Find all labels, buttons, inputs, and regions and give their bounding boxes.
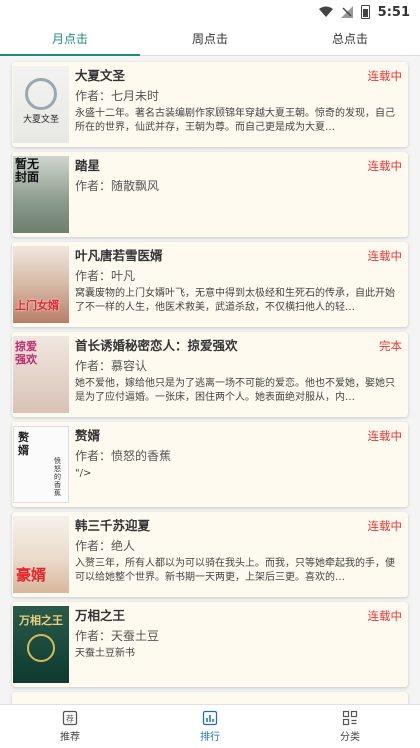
nav-ranking[interactable]: 排行 — [140, 705, 280, 748]
book-card[interactable]: 大夏文圣 大夏文圣 连载中 作者：七月未时 永盛十二年。著名古装编剧作家顾锦年穿… — [12, 62, 408, 147]
tab-indicator — [0, 54, 140, 56]
book-title: 韩三千苏迎夏 — [75, 518, 151, 533]
book-card[interactable]: 万相之王 万相之王 连载中 作者：天蚕土豆 天蚕土豆新书 — [12, 602, 408, 687]
book-desc: "/> — [75, 468, 92, 479]
book-card[interactable]: 暂无封面 踏星 连载中 作者：随散飘风 — [12, 152, 408, 237]
book-desc: 她不爱他，嫁给他只是为了逃离一场不可能的爱恋。他也不爱她，娶她只是为了应付逼婚。… — [75, 378, 395, 403]
book-author: 作者：绝人 — [75, 539, 136, 553]
book-title: 赘婿 — [75, 428, 101, 443]
book-title: 大夏文圣 — [75, 68, 126, 83]
book-author: 作者：慕容认 — [75, 359, 148, 373]
book-cover: 上门女婿 — [13, 246, 69, 323]
book-author: 作者：天蚕土豆 — [75, 629, 160, 643]
battery-icon — [360, 5, 370, 19]
svg-text:荐: 荐 — [66, 714, 74, 724]
book-desc: 天蚕土豆新书 — [75, 648, 135, 659]
tab-weekly[interactable]: 周点击 — [140, 24, 280, 55]
rank-tabs: 月点击 周点击 总点击 — [0, 24, 420, 56]
book-author: 作者：七月未时 — [75, 89, 160, 103]
book-cover: 赘婿 愤怒的香蕉 — [13, 426, 69, 503]
nav-category[interactable]: 分类 — [280, 705, 420, 748]
wifi-icon — [318, 6, 333, 17]
book-card[interactable]: 赘婿 愤怒的香蕉 赘婿 连载中 作者：愤怒的香蕉 "/> — [12, 422, 408, 507]
book-list[interactable]: 大夏文圣 大夏文圣 连载中 作者：七月未时 永盛十二年。著名古装编剧作家顾锦年穿… — [0, 58, 420, 704]
tab-monthly[interactable]: 月点击 — [0, 24, 140, 55]
nav-recommend[interactable]: 荐 推荐 — [0, 705, 140, 748]
book-card[interactable]: 上门女婿 叶凡唐若雪医婿 连载中 作者：叶凡 窝囊废物的上门女婿叶飞，无意中得到… — [12, 242, 408, 327]
book-cover: 大夏文圣 — [13, 66, 69, 143]
book-author: 作者：叶凡 — [75, 269, 136, 283]
ranking-icon — [202, 710, 218, 726]
book-author: 作者：随散飘风 — [75, 179, 160, 193]
tab-total[interactable]: 总点击 — [280, 24, 420, 55]
book-card[interactable]: 豪婿 韩三千苏迎夏 连载中 作者：绝人 入赘三年，所有人都以为可以骑在我头上。而… — [12, 512, 408, 597]
book-cover: 豪婿 — [13, 516, 69, 593]
book-desc: 窝囊废物的上门女婿叶飞，无意中得到太极经和生死石的传承，自此开始了不一样的人生，… — [75, 288, 395, 313]
book-cover: 万相之王 — [13, 606, 69, 683]
status-bar: 5:51 — [0, 0, 420, 24]
book-cover: 掠爱强欢 — [13, 336, 69, 413]
book-status: 完本 — [379, 339, 402, 353]
book-title: 踏星 — [75, 158, 101, 173]
book-title: 叶凡唐若雪医婿 — [75, 248, 163, 263]
book-status: 连载中 — [367, 519, 403, 533]
book-status: 连载中 — [367, 429, 403, 443]
book-status: 连载中 — [367, 159, 403, 173]
book-card[interactable]: 掠爱强欢 首长诱婚秘密恋人：掠爱强欢 完本 作者：慕容认 她不爱他，嫁给他只是为… — [12, 332, 408, 417]
book-cover: 暂无封面 — [13, 156, 69, 233]
category-icon — [342, 710, 358, 726]
book-title: 万相之王 — [75, 608, 126, 623]
nav-category-label: 分类 — [340, 732, 360, 743]
book-status: 连载中 — [367, 609, 403, 623]
nav-ranking-label: 排行 — [200, 732, 220, 743]
signal-icon — [340, 6, 353, 18]
nav-recommend-label: 推荐 — [60, 732, 80, 743]
bottom-nav: 荐 推荐 排行 分类 — [0, 704, 420, 748]
book-card[interactable] — [12, 692, 408, 704]
clock: 5:51 — [377, 4, 410, 20]
recommend-icon: 荐 — [62, 710, 78, 726]
book-desc: 入赘三年，所有人都以为可以骑在我头上。而我，只等她牵起我的手，便可以给她整个世界… — [75, 558, 395, 583]
book-author: 作者：愤怒的香蕉 — [75, 449, 172, 463]
book-desc: 永盛十二年。著名古装编剧作家顾锦年穿越大夏王朝。惊奇的发现，自己所在的世界，仙武… — [75, 108, 395, 133]
book-title: 首长诱婚秘密恋人：掠爱强欢 — [75, 338, 238, 353]
book-status: 连载中 — [367, 249, 403, 263]
book-status: 连载中 — [367, 69, 403, 83]
